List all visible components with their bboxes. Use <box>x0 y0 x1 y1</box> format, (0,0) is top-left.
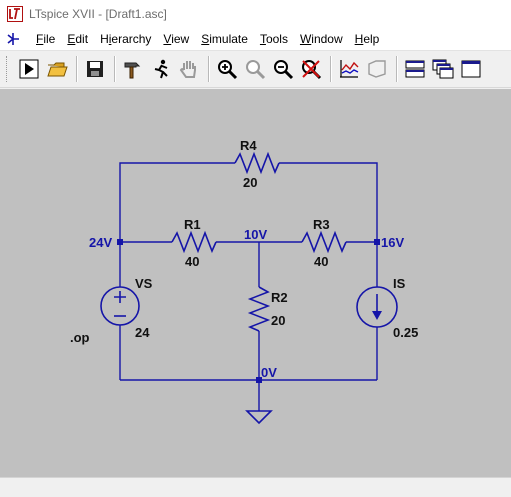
resistor-r1[interactable] <box>171 230 217 254</box>
menu-view[interactable]: View <box>157 29 195 49</box>
junction-dot <box>374 239 380 245</box>
net-label-right[interactable]: 16V <box>381 235 404 250</box>
zoom-full-button[interactable] <box>242 55 268 83</box>
pan-button[interactable] <box>176 55 202 83</box>
junction-dot <box>117 239 123 245</box>
save-button[interactable] <box>82 55 108 83</box>
menu-edit-label: Edit <box>67 32 89 46</box>
run-icon <box>19 59 39 79</box>
waveform-icon <box>368 60 386 78</box>
tile-vertical-icon <box>461 60 481 78</box>
toolbar-separator <box>396 56 397 82</box>
voltage-source-vs[interactable] <box>100 286 140 326</box>
zoom-cancel-icon <box>302 60 322 80</box>
ltspice-window: LTspice XVII - [Draft1.asc] File Edit Hi… <box>0 0 511 497</box>
toolbar <box>0 50 511 88</box>
autorange-icon <box>340 60 359 78</box>
tile-vertical-button[interactable] <box>458 55 484 83</box>
waveform-button[interactable] <box>364 55 390 83</box>
title-bar: LTspice XVII - [Draft1.asc] <box>0 0 511 28</box>
tile-horizontal-icon <box>405 60 425 78</box>
pan-hand-icon <box>179 61 196 78</box>
menu-help-label: Help <box>354 32 380 46</box>
resistor-r2[interactable] <box>247 286 271 332</box>
resistor-r3[interactable] <box>301 230 347 254</box>
menu-hierarchy[interactable]: Hierarchy <box>94 29 157 49</box>
menu-tools-label: Tools <box>259 32 288 46</box>
autorange-button[interactable] <box>336 55 362 83</box>
label-r3-ref: R3 <box>313 217 330 232</box>
menu-help[interactable]: Help <box>349 29 386 49</box>
spice-directive[interactable]: .op <box>70 330 90 345</box>
label-vs-ref: VS <box>135 276 153 291</box>
schematic-drawing: R4 20 R1 40 R3 40 R2 20 VS 24 IS 0.25 .o… <box>70 138 418 425</box>
label-vs-value: 24 <box>135 325 150 340</box>
net-label-left[interactable]: 24V <box>89 235 112 250</box>
menu-simulate-label: Simulate <box>201 32 248 46</box>
net-label-ground[interactable]: 0V <box>261 365 277 380</box>
menu-file-label: File <box>36 32 56 46</box>
label-r4-value: 20 <box>243 175 257 190</box>
toolbar-separator <box>76 56 77 82</box>
zoom-in-icon <box>218 60 238 80</box>
run-button[interactable] <box>16 55 42 83</box>
menu-view-label: View <box>163 32 190 46</box>
ltspice-logo-icon <box>7 6 23 22</box>
menu-file[interactable]: File <box>30 29 61 49</box>
label-is-value: 0.25 <box>393 325 418 340</box>
schematic-canvas[interactable]: R4 20 R1 40 R3 40 R2 20 VS 24 IS 0.25 .o… <box>0 89 511 477</box>
label-r4-ref: R4 <box>240 138 257 153</box>
net-label-middle[interactable]: 10V <box>244 227 267 242</box>
save-icon <box>87 61 103 77</box>
halt-running-man-icon <box>154 59 168 79</box>
cascade-button[interactable] <box>430 55 456 83</box>
wires <box>119 162 378 411</box>
control-panel-hammer-icon <box>124 62 141 79</box>
ground-symbol[interactable] <box>245 410 273 425</box>
toolbar-grip[interactable] <box>6 56 10 82</box>
zoom-cancel-button[interactable] <box>298 55 324 83</box>
menu-window-label: Window <box>299 32 343 46</box>
menu-hierarchy-label: Hierarchy <box>100 32 152 46</box>
current-source-is[interactable] <box>356 286 398 328</box>
label-r2-ref: R2 <box>271 290 288 305</box>
menu-edit[interactable]: Edit <box>61 29 94 49</box>
menu-tools[interactable]: Tools <box>254 29 294 49</box>
label-is-ref: IS <box>393 276 406 291</box>
menu-simulate[interactable]: Simulate <box>195 29 254 49</box>
tile-horizontal-button[interactable] <box>402 55 428 83</box>
toolbar-separator <box>208 56 209 82</box>
status-bar <box>0 477 511 497</box>
resistor-r4[interactable] <box>234 151 280 175</box>
toolbar-separator <box>330 56 331 82</box>
label-r1-ref: R1 <box>184 217 201 232</box>
window-title: LTspice XVII - [Draft1.asc] <box>29 7 167 21</box>
zoom-out-button[interactable] <box>270 55 296 83</box>
menu-window[interactable]: Window <box>294 29 349 49</box>
toolbar-separator <box>114 56 115 82</box>
label-r1-value: 40 <box>185 254 199 269</box>
open-folder-icon <box>47 62 68 77</box>
label-r2-value: 20 <box>271 313 285 328</box>
cascade-icon <box>432 59 454 79</box>
open-button[interactable] <box>44 55 70 83</box>
zoom-out-icon <box>274 60 294 80</box>
control-panel-button[interactable] <box>120 55 146 83</box>
zoom-in-button[interactable] <box>214 55 240 83</box>
document-system-menu-icon[interactable] <box>4 30 22 48</box>
menu-bar: File Edit Hierarchy View Simulate Tools … <box>0 28 511 50</box>
label-r3-value: 40 <box>314 254 328 269</box>
halt-button[interactable] <box>148 55 174 83</box>
zoom-full-icon <box>246 60 266 80</box>
